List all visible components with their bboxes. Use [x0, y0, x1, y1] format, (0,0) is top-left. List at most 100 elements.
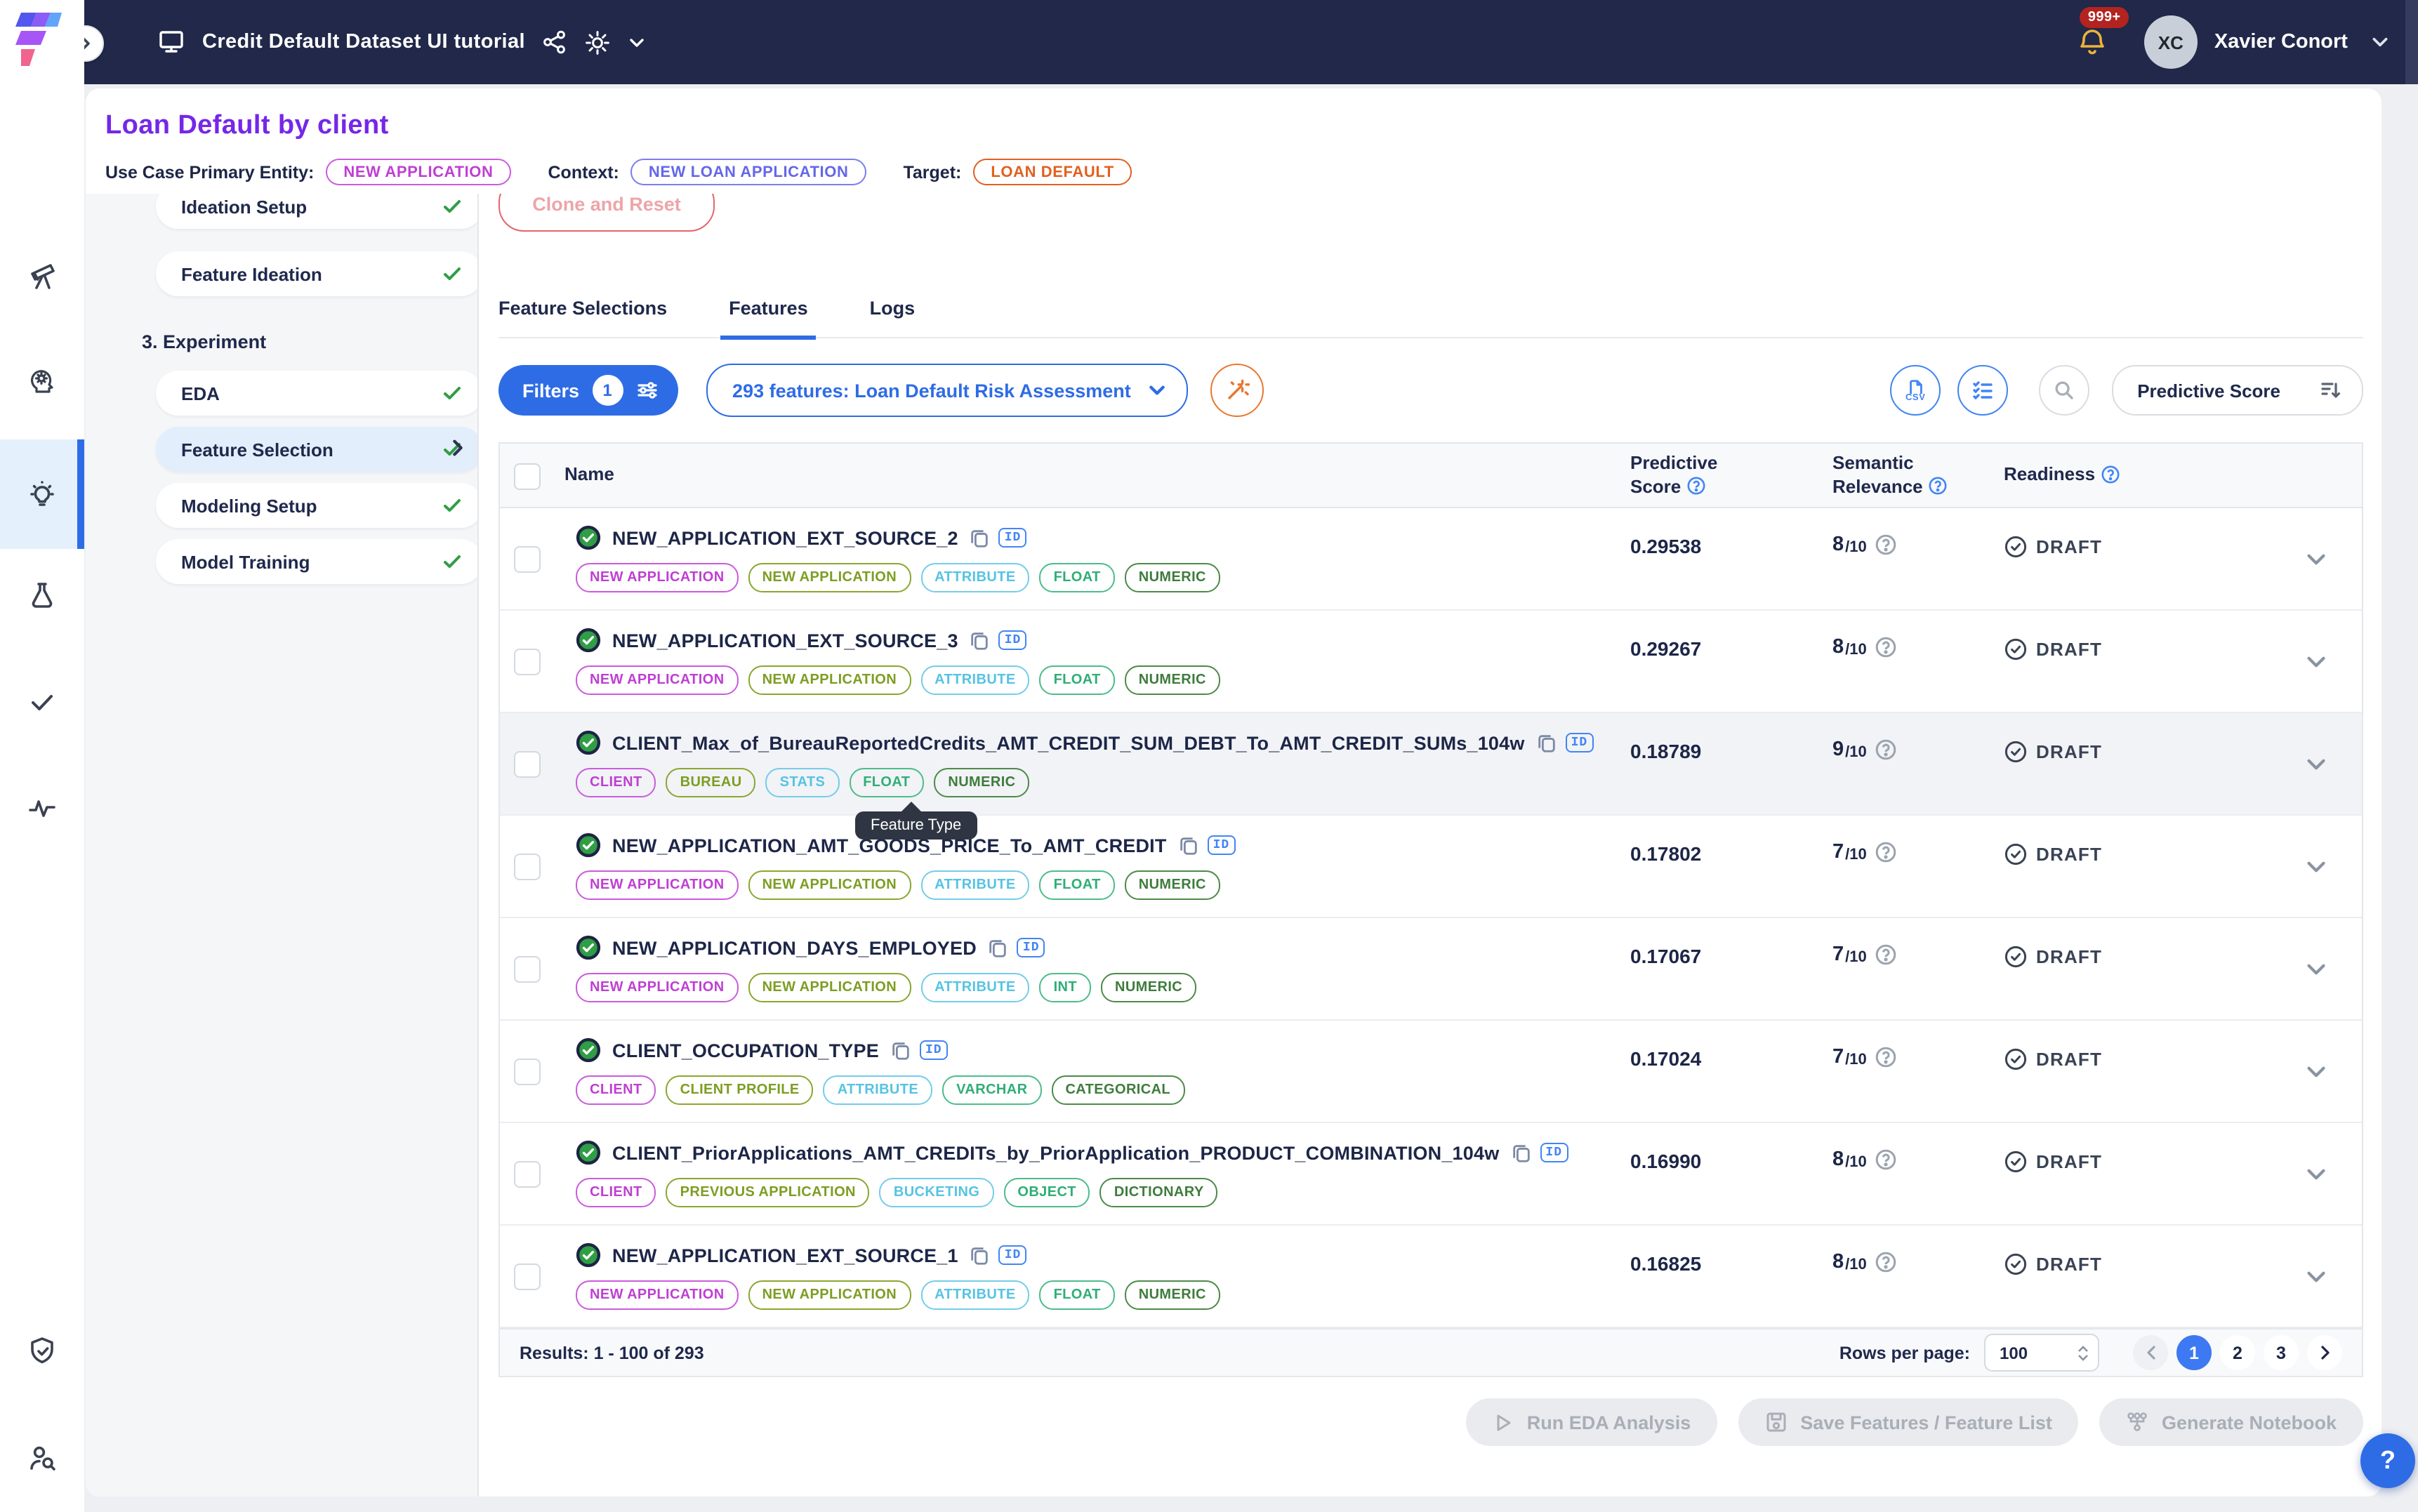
row-checkbox[interactable] [514, 1264, 541, 1290]
rail-item-telescope-icon[interactable] [0, 230, 84, 320]
step-modeling-setup[interactable]: Modeling Setup [156, 483, 479, 528]
row-checkbox[interactable] [514, 854, 541, 880]
table-row[interactable]: NEW_APPLICATION_EXT_SOURCE_3 ID NEW APPL… [500, 611, 2362, 713]
id-badge[interactable]: ID [999, 630, 1027, 650]
expand-row-chevron-icon[interactable] [2304, 1265, 2328, 1289]
id-badge[interactable]: ID [999, 528, 1027, 548]
table-row[interactable]: NEW_APPLICATION_DAYS_EMPLOYED ID NEW APP… [500, 918, 2362, 1021]
filters-button[interactable]: Filters 1 [498, 365, 678, 416]
row-checkbox[interactable] [514, 1059, 541, 1085]
row-checkbox[interactable] [514, 751, 541, 778]
copy-icon[interactable] [988, 937, 1009, 958]
export-csv-button[interactable]: CSV [1890, 365, 1941, 416]
id-badge[interactable]: ID [1566, 733, 1594, 752]
question-icon[interactable] [1686, 476, 1706, 496]
row-checkbox[interactable] [514, 1161, 541, 1188]
expand-row-chevron-icon[interactable] [2304, 855, 2328, 879]
page-1-button[interactable]: 1 [2176, 1335, 2212, 1370]
notifications-bell[interactable]: 999+ [2077, 27, 2108, 58]
question-icon[interactable] [1875, 738, 1898, 761]
question-icon[interactable] [1875, 1046, 1898, 1068]
save-features-button[interactable]: Save Features / Feature List [1738, 1398, 2079, 1446]
table-row[interactable]: NEW_APPLICATION_EXT_SOURCE_2 ID NEW APPL… [500, 508, 2362, 611]
step-ideation-setup[interactable]: Ideation Setup [156, 194, 479, 229]
step-feature-selection[interactable]: Feature Selection [156, 427, 479, 472]
help-button[interactable]: ? [2360, 1433, 2415, 1488]
rows-per-page-input[interactable]: 100 [1984, 1334, 2099, 1372]
tab-logs[interactable]: Logs [870, 278, 916, 337]
copy-icon[interactable] [1536, 732, 1557, 753]
feature-list-dropdown[interactable]: 293 features: Loan Default Risk Assessme… [706, 364, 1189, 417]
share-icon[interactable] [542, 29, 567, 55]
row-checkbox[interactable] [514, 649, 541, 675]
copy-icon[interactable] [970, 1245, 991, 1266]
sort-dropdown[interactable]: Predictive Score [2112, 365, 2363, 416]
rail-item-feature-icon[interactable] [0, 439, 84, 549]
table-row[interactable]: CLIENT_OCCUPATION_TYPE ID CLIENT CLIENT … [500, 1021, 2362, 1123]
magic-wand-button[interactable] [1211, 364, 1264, 417]
id-badge[interactable]: ID [1208, 835, 1236, 855]
rail-item-experiment-icon[interactable] [0, 550, 84, 640]
page-next-button[interactable] [2307, 1335, 2342, 1370]
run-eda-analysis-button[interactable]: Run EDA Analysis [1467, 1398, 1718, 1446]
active-step-chevron-icon[interactable] [448, 438, 468, 458]
copy-icon[interactable] [970, 527, 991, 548]
expand-row-chevron-icon[interactable] [2304, 650, 2328, 674]
user-menu-chevron-icon[interactable] [2370, 32, 2390, 52]
question-icon[interactable] [1875, 943, 1898, 966]
id-badge[interactable]: ID [999, 1245, 1027, 1265]
table-row[interactable]: CLIENT_Max_of_BureauReportedCredits_AMT_… [500, 713, 2362, 816]
checklist-button[interactable] [1957, 365, 2008, 416]
rail-item-validation-icon[interactable] [0, 657, 84, 747]
question-icon[interactable] [1875, 1251, 1898, 1273]
question-icon[interactable] [1875, 636, 1898, 658]
scrollbar-track[interactable] [2405, 0, 2418, 84]
generate-notebook-button[interactable]: Generate Notebook [2100, 1398, 2363, 1446]
page-prev-button[interactable] [2133, 1335, 2168, 1370]
step-model-training[interactable]: Model Training [156, 539, 479, 584]
copy-icon[interactable] [1178, 835, 1199, 856]
page-2-button[interactable]: 2 [2220, 1335, 2255, 1370]
expand-row-chevron-icon[interactable] [2304, 957, 2328, 981]
question-icon[interactable] [1875, 1148, 1898, 1171]
page-3-button[interactable]: 3 [2264, 1335, 2299, 1370]
copy-icon[interactable] [970, 630, 991, 651]
project-chevron-down-icon[interactable] [628, 33, 646, 51]
gear-icon[interactable] [584, 29, 611, 55]
table-row[interactable]: NEW_APPLICATION_AMT_GOODS_PRICE_To_AMT_C… [500, 816, 2362, 918]
rail-item-governance-icon[interactable] [0, 1306, 84, 1395]
id-badge[interactable]: ID [1540, 1143, 1568, 1162]
table-row[interactable]: NEW_APPLICATION_EXT_SOURCE_1 ID NEW APPL… [500, 1226, 2362, 1328]
row-checkbox[interactable] [514, 546, 541, 573]
tag-entity: CLIENT [576, 768, 656, 797]
expand-row-chevron-icon[interactable] [2304, 1162, 2328, 1186]
expand-row-chevron-icon[interactable] [2304, 1060, 2328, 1084]
rail-item-user-search-icon[interactable] [0, 1412, 84, 1502]
table-row[interactable]: CLIENT_PriorApplications_AMT_CREDITs_by_… [500, 1123, 2362, 1226]
expand-row-chevron-icon[interactable] [2304, 752, 2328, 776]
tag-method: ATTRIBUTE [920, 563, 1029, 592]
select-all-checkbox[interactable] [514, 463, 541, 490]
copy-icon[interactable] [1510, 1142, 1531, 1163]
rail-item-ideation-icon[interactable] [0, 336, 84, 425]
copy-icon[interactable] [890, 1040, 911, 1061]
step-eda[interactable]: EDA [156, 371, 479, 416]
search-button[interactable] [2039, 365, 2089, 416]
question-icon[interactable] [1875, 533, 1898, 556]
rows-per-page-stepper[interactable] [2077, 1344, 2089, 1361]
question-icon[interactable] [1875, 841, 1898, 863]
rail-item-monitoring-icon[interactable] [0, 764, 84, 854]
row-checkbox[interactable] [514, 956, 541, 983]
tab-features[interactable]: Features [729, 278, 808, 337]
clone-and-reset-button[interactable]: Clone and Reset [498, 194, 715, 232]
question-icon[interactable] [1929, 476, 1948, 496]
step-label: Modeling Setup [181, 495, 317, 516]
question-icon[interactable] [2101, 464, 2120, 484]
id-badge[interactable]: ID [920, 1040, 948, 1060]
id-badge[interactable]: ID [1017, 938, 1045, 957]
user-name[interactable]: Xavier Conort [2214, 31, 2348, 53]
expand-row-chevron-icon[interactable] [2304, 548, 2328, 571]
step-feature-ideation[interactable]: Feature Ideation [156, 251, 479, 296]
avatar[interactable]: XC [2144, 15, 2198, 69]
tab-feature-selections[interactable]: Feature Selections [498, 278, 667, 337]
